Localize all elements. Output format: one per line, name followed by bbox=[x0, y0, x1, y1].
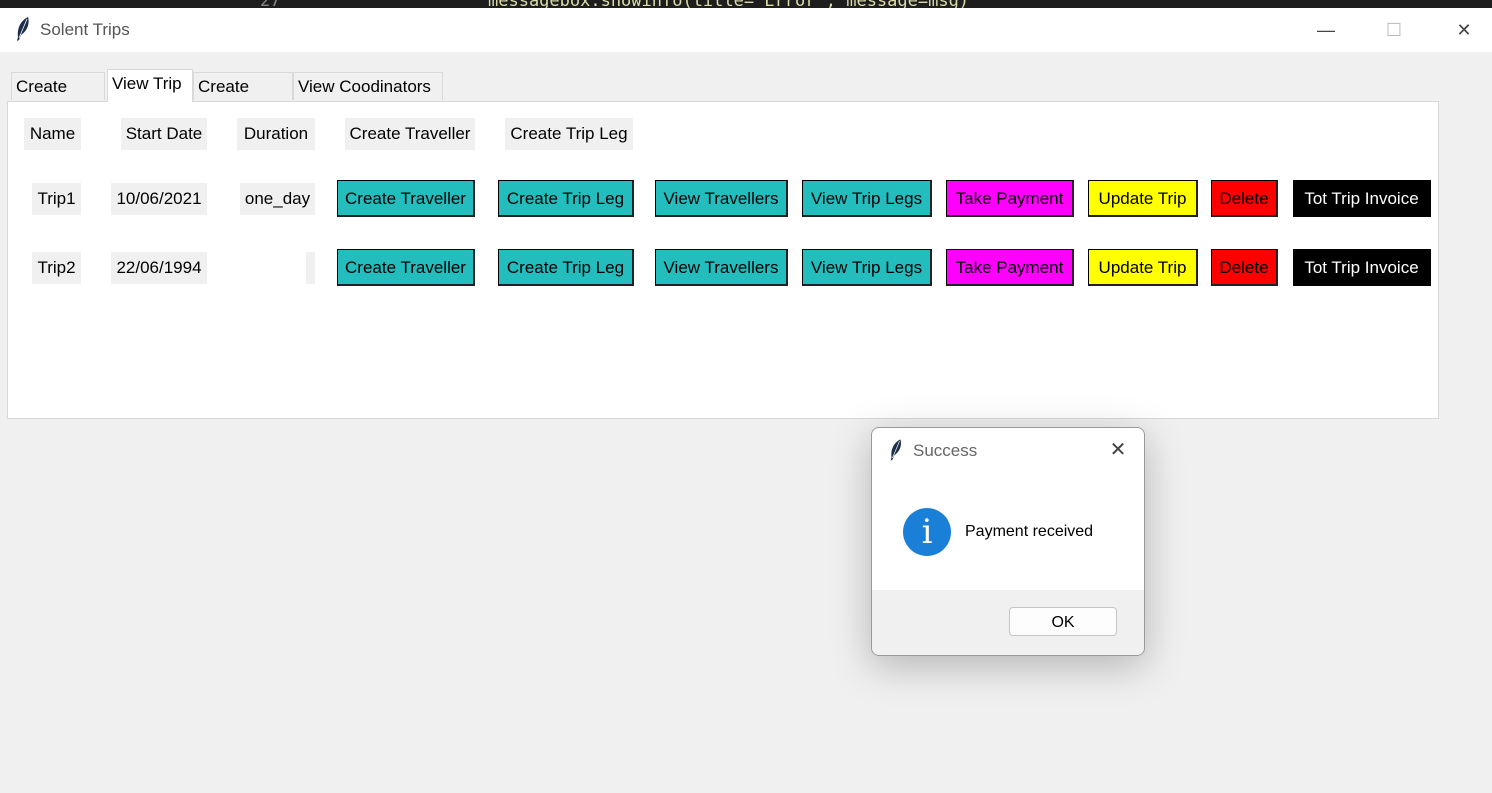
header-duration: Duration bbox=[237, 118, 315, 150]
row1-create-traveller-button[interactable]: Create Traveller bbox=[337, 180, 475, 217]
main-window: Solent Trips — ☐ ✕ Create Trip View Trip… bbox=[0, 8, 1492, 793]
tab-create-trip[interactable]: Create Trip bbox=[11, 72, 105, 124]
close-button[interactable]: ✕ bbox=[1434, 10, 1492, 50]
maximize-button[interactable]: ☐ bbox=[1364, 10, 1424, 50]
feather-icon bbox=[890, 439, 901, 461]
row1-name: Trip1 bbox=[32, 183, 81, 215]
row1-view-trip-legs-button[interactable]: View Trip Legs bbox=[802, 180, 932, 217]
row2-create-trip-leg-button[interactable]: Create Trip Leg bbox=[498, 249, 634, 286]
row1-update-trip-button[interactable]: Update Trip bbox=[1088, 180, 1198, 217]
row1-delete-button[interactable]: Delete bbox=[1211, 180, 1278, 217]
header-create-trip-leg: Create Trip Leg bbox=[505, 118, 633, 150]
row2-name: Trip2 bbox=[32, 252, 81, 284]
row1-take-payment-button[interactable]: Take Payment bbox=[946, 180, 1074, 217]
row1-duration: one_day bbox=[240, 183, 315, 215]
tab-view-coodinators[interactable]: View Coodinators bbox=[293, 72, 443, 100]
row2-update-trip-button[interactable]: Update Trip bbox=[1088, 249, 1198, 286]
row1-view-travellers-button[interactable]: View Travellers bbox=[655, 180, 788, 217]
row1-tot-trip-invoice-button[interactable]: Tot Trip Invoice bbox=[1293, 180, 1431, 217]
title-bar[interactable]: Solent Trips — ☐ ✕ bbox=[0, 8, 1492, 52]
view-trip-panel: Name Start Date Duration Create Travelle… bbox=[7, 101, 1439, 419]
info-icon: i bbox=[903, 508, 951, 556]
dialog-footer: OK bbox=[872, 590, 1144, 655]
minimize-button[interactable]: — bbox=[1296, 10, 1356, 50]
dialog-close-button[interactable]: ✕ bbox=[1104, 436, 1132, 464]
ok-button[interactable]: OK bbox=[1009, 607, 1117, 636]
row2-view-travellers-button[interactable]: View Travellers bbox=[655, 249, 788, 286]
dialog-title: Success bbox=[913, 441, 978, 460]
dialog-message: Payment received bbox=[965, 523, 1094, 540]
row1-start-date: 10/06/2021 bbox=[111, 183, 207, 215]
feather-icon bbox=[17, 17, 29, 41]
row2-take-payment-button[interactable]: Take Payment bbox=[946, 249, 1074, 286]
row2-start-date: 22/06/1994 bbox=[111, 252, 207, 284]
success-dialog: Success ✕ i Payment received OK bbox=[871, 427, 1145, 656]
row2-delete-button[interactable]: Delete bbox=[1211, 249, 1278, 286]
tab-create-user[interactable]: Create User bbox=[193, 72, 293, 124]
tab-view-trip[interactable]: View Trip bbox=[107, 69, 193, 102]
header-start-date: Start Date bbox=[121, 118, 207, 150]
row2-create-traveller-button[interactable]: Create Traveller bbox=[337, 249, 475, 286]
window-title: Solent Trips bbox=[40, 20, 130, 39]
row1-create-trip-leg-button[interactable]: Create Trip Leg bbox=[498, 180, 634, 217]
row2-tot-trip-invoice-button[interactable]: Tot Trip Invoice bbox=[1293, 249, 1431, 286]
header-name: Name bbox=[24, 118, 81, 150]
row2-duration bbox=[306, 252, 315, 284]
header-create-traveller: Create Traveller bbox=[345, 118, 475, 150]
row2-view-trip-legs-button[interactable]: View Trip Legs bbox=[802, 249, 932, 286]
